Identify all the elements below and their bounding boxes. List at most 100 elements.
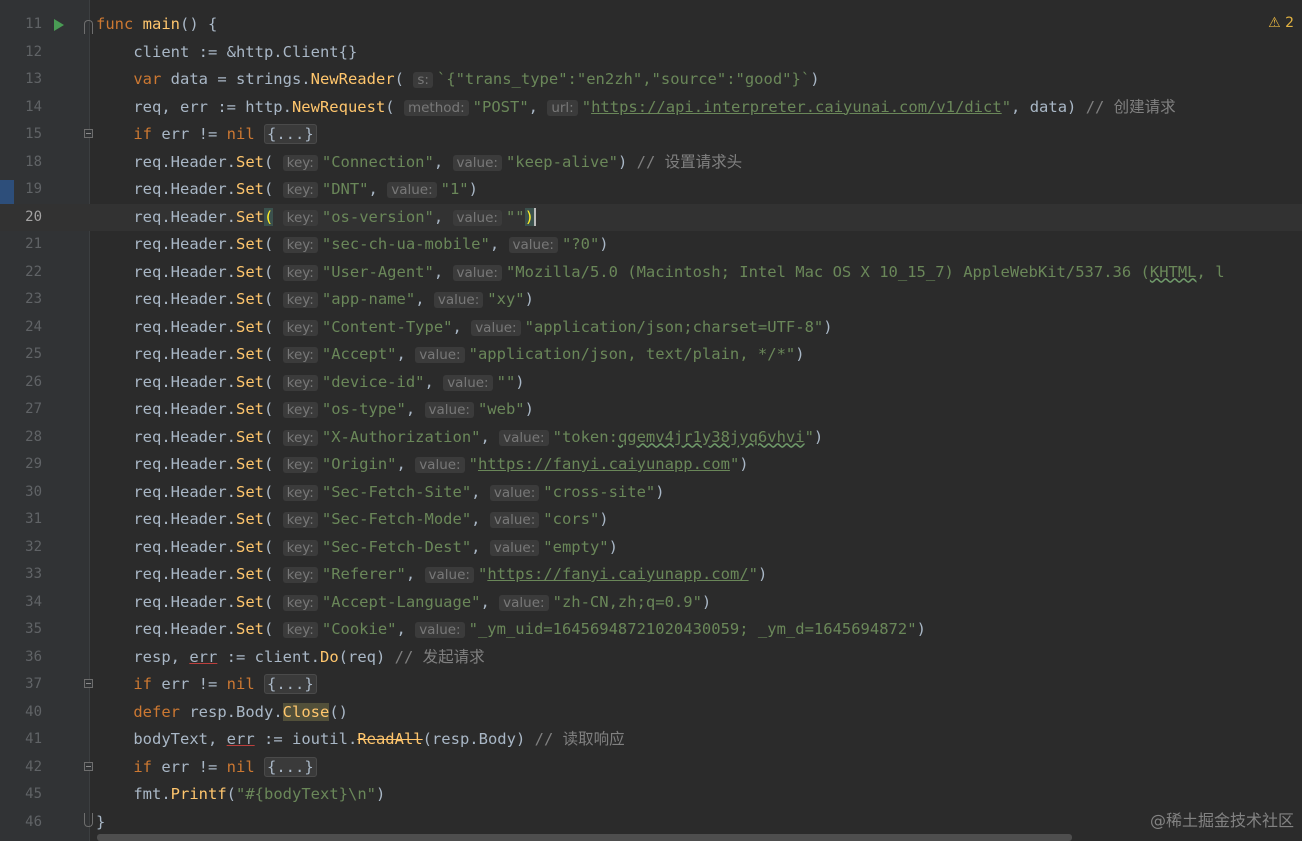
fold-end-icon[interactable] [84, 812, 93, 827]
code-line[interactable]: 35 req.Header.Set( key: "Cookie", value: "… [0, 616, 1302, 644]
line-number[interactable]: 26 [0, 369, 42, 397]
line-number[interactable]: 27 [0, 396, 42, 424]
line-number[interactable]: 41 [0, 726, 42, 754]
code-text[interactable]: defer resp.Body.Close() [96, 699, 348, 727]
line-number[interactable]: 24 [0, 314, 42, 342]
line-number[interactable]: 20 [0, 204, 42, 232]
code-line[interactable]: 18 req.Header.Set( key: "Connection", val… [0, 149, 1302, 177]
code-line[interactable]: 30 req.Header.Set( key: "Sec-Fetch-Site",… [0, 479, 1302, 507]
line-number[interactable]: 31 [0, 506, 42, 534]
line-number[interactable]: 11 [0, 11, 42, 39]
code-line[interactable]: 14 req, err := http.NewRequest( method: "… [0, 94, 1302, 122]
code-text[interactable]: req.Header.Set( key: "Referer", value: "ht… [96, 561, 767, 590]
code-text[interactable]: req.Header.Set( key: "Sec-Fetch-Mode", va… [96, 506, 609, 535]
code-text[interactable]: } [96, 809, 105, 837]
code-line[interactable]: 15 if err != nil {...} [0, 121, 1302, 149]
url-link[interactable]: https://fanyi.caiyunapp.com [478, 455, 730, 473]
line-number[interactable]: 23 [0, 286, 42, 314]
line-number[interactable]: 25 [0, 341, 42, 369]
fold-expand-icon[interactable] [84, 679, 93, 688]
code-text[interactable]: req.Header.Set( key: "Accept-Language", v… [96, 589, 711, 618]
code-text[interactable]: req.Header.Set( key: "sec-ch-ua-mobile", … [96, 231, 609, 260]
url-link[interactable]: https://api.interpreter.caiyunai.com/v1/… [591, 98, 1002, 116]
line-number[interactable]: 29 [0, 451, 42, 479]
code-line[interactable]: 12 client := &http.Client{} [0, 39, 1302, 67]
line-number[interactable]: 42 [0, 754, 42, 782]
horizontal-scrollbar[interactable] [97, 834, 1072, 841]
line-number[interactable]: 28 [0, 424, 42, 452]
code-text[interactable]: req.Header.Set( key: "os-type", value: "we… [96, 396, 534, 425]
code-line[interactable]: 37 if err != nil {...} [0, 671, 1302, 699]
line-number[interactable]: 15 [0, 121, 42, 149]
line-number[interactable]: 30 [0, 479, 42, 507]
code-line[interactable]: 33 req.Header.Set( key: "Referer", value:… [0, 561, 1302, 589]
code-text[interactable]: fmt.Printf("#{bodyText}\n") [96, 781, 385, 809]
line-number[interactable]: 13 [0, 66, 42, 94]
code-line[interactable]: 23 req.Header.Set( key: "app-name", value… [0, 286, 1302, 314]
folded-block[interactable]: {...} [264, 674, 317, 694]
line-number[interactable]: 19 [0, 176, 42, 204]
line-number[interactable]: 46 [0, 809, 42, 837]
line-number[interactable]: 37 [0, 671, 42, 699]
run-icon[interactable] [54, 19, 64, 31]
line-number[interactable]: 36 [0, 644, 42, 672]
code-text[interactable]: resp, err := client.Do(req) // 发起请求 [96, 644, 484, 672]
line-number[interactable]: 12 [0, 39, 42, 67]
fold-expand-icon[interactable] [84, 761, 93, 771]
code-line[interactable]: 22 req.Header.Set( key: "User-Agent", val… [0, 259, 1302, 287]
code-text[interactable]: req.Header.Set( key: "User-Agent", value:… [96, 259, 1225, 288]
code-line[interactable]: 31 req.Header.Set( key: "Sec-Fetch-Mode",… [0, 506, 1302, 534]
code-line[interactable]: 19 req.Header.Set( key: "DNT", value: "1") [0, 176, 1302, 204]
code-line[interactable]: 46} [0, 809, 1302, 837]
warning-indicator[interactable]: ⚠ 2 [1268, 15, 1294, 31]
code-text[interactable]: req.Header.Set( key: "app-name", value: "x… [96, 286, 534, 315]
code-line[interactable]: 32 req.Header.Set( key: "Sec-Fetch-Dest",… [0, 534, 1302, 562]
code-text[interactable]: req.Header.Set( key: "X-Authorization", v… [96, 424, 823, 453]
code-text[interactable]: req.Header.Set( key: "Sec-Fetch-Site", va… [96, 479, 665, 508]
code-line[interactable]: 27 req.Header.Set( key: "os-type", value:… [0, 396, 1302, 424]
line-number[interactable]: 40 [0, 699, 42, 727]
folded-block[interactable]: {...} [264, 124, 317, 144]
line-number[interactable]: 45 [0, 781, 42, 809]
code-text[interactable]: bodyText, err := ioutil.ReadAll(resp.Bod… [96, 726, 624, 754]
url-link[interactable]: https://fanyi.caiyunapp.com/ [487, 565, 748, 583]
fold-collapse-icon[interactable] [84, 20, 93, 34]
line-number[interactable]: 35 [0, 616, 42, 644]
code-text[interactable]: req.Header.Set( key: "Sec-Fetch-Dest", va… [96, 534, 618, 563]
code-line[interactable]: 20 req.Header.Set( key: "os-version", val… [0, 203, 1302, 233]
code-text[interactable]: req.Header.Set( key: "DNT", value: "1") [96, 176, 478, 205]
code-line[interactable]: 29 req.Header.Set( key: "Origin", value: "… [0, 451, 1302, 479]
code-line[interactable]: 36 resp, err := client.Do(req) // 发起请求 [0, 644, 1302, 672]
line-number[interactable]: 32 [0, 534, 42, 562]
code-line[interactable]: 24 req.Header.Set( key: "Content-Type", v… [0, 314, 1302, 342]
code-line[interactable]: 13 var data = strings.NewReader( s: `{"tr… [0, 66, 1302, 94]
line-number[interactable]: 18 [0, 149, 42, 177]
code-text[interactable]: req, err := http.NewRequest( method: "POS… [96, 94, 1176, 123]
code-editor[interactable]: 11 func main() {12 client := &http.Client… [0, 0, 1302, 841]
code-text[interactable]: if err != nil {...} [96, 754, 317, 782]
code-line[interactable]: 42 if err != nil {...} [0, 754, 1302, 782]
code-line[interactable]: 26 req.Header.Set( key: "device-id", valu… [0, 369, 1302, 397]
code-text[interactable]: var data = strings.NewReader( s: `{"trans… [96, 66, 820, 95]
code-text[interactable]: client := &http.Client{} [96, 39, 357, 67]
code-text[interactable]: req.Header.Set( key: "Accept", value: "app… [96, 341, 805, 370]
line-number[interactable]: 14 [0, 94, 42, 122]
line-number[interactable]: 21 [0, 231, 42, 259]
code-text[interactable]: req.Header.Set( key: "os-version", value:… [96, 204, 536, 233]
fold-expand-icon[interactable] [84, 129, 93, 138]
code-text[interactable]: req.Header.Set( key: "Connection", value:… [96, 149, 742, 178]
code-line[interactable]: 41 bodyText, err := ioutil.ReadAll(resp.… [0, 726, 1302, 754]
folded-block[interactable]: {...} [264, 756, 317, 777]
code-line[interactable]: 45 fmt.Printf("#{bodyText}\n") [0, 781, 1302, 809]
line-number[interactable]: 34 [0, 589, 42, 617]
code-line[interactable]: 34 req.Header.Set( key: "Accept-Language"… [0, 589, 1302, 617]
line-number[interactable]: 22 [0, 259, 42, 287]
code-text[interactable]: req.Header.Set( key: "Cookie", value: "_ym… [96, 616, 926, 645]
code-line[interactable]: 11 func main() { [0, 11, 1302, 39]
code-text[interactable]: if err != nil {...} [96, 671, 317, 699]
code-line[interactable]: 40 defer resp.Body.Close() [0, 699, 1302, 727]
code-text[interactable]: req.Header.Set( key: "Content-Type", valu… [96, 314, 833, 343]
code-text[interactable]: func main() { [96, 11, 217, 39]
code-text[interactable]: req.Header.Set( key: "device-id", value: "… [96, 369, 525, 398]
code-text[interactable]: if err != nil {...} [96, 121, 317, 149]
